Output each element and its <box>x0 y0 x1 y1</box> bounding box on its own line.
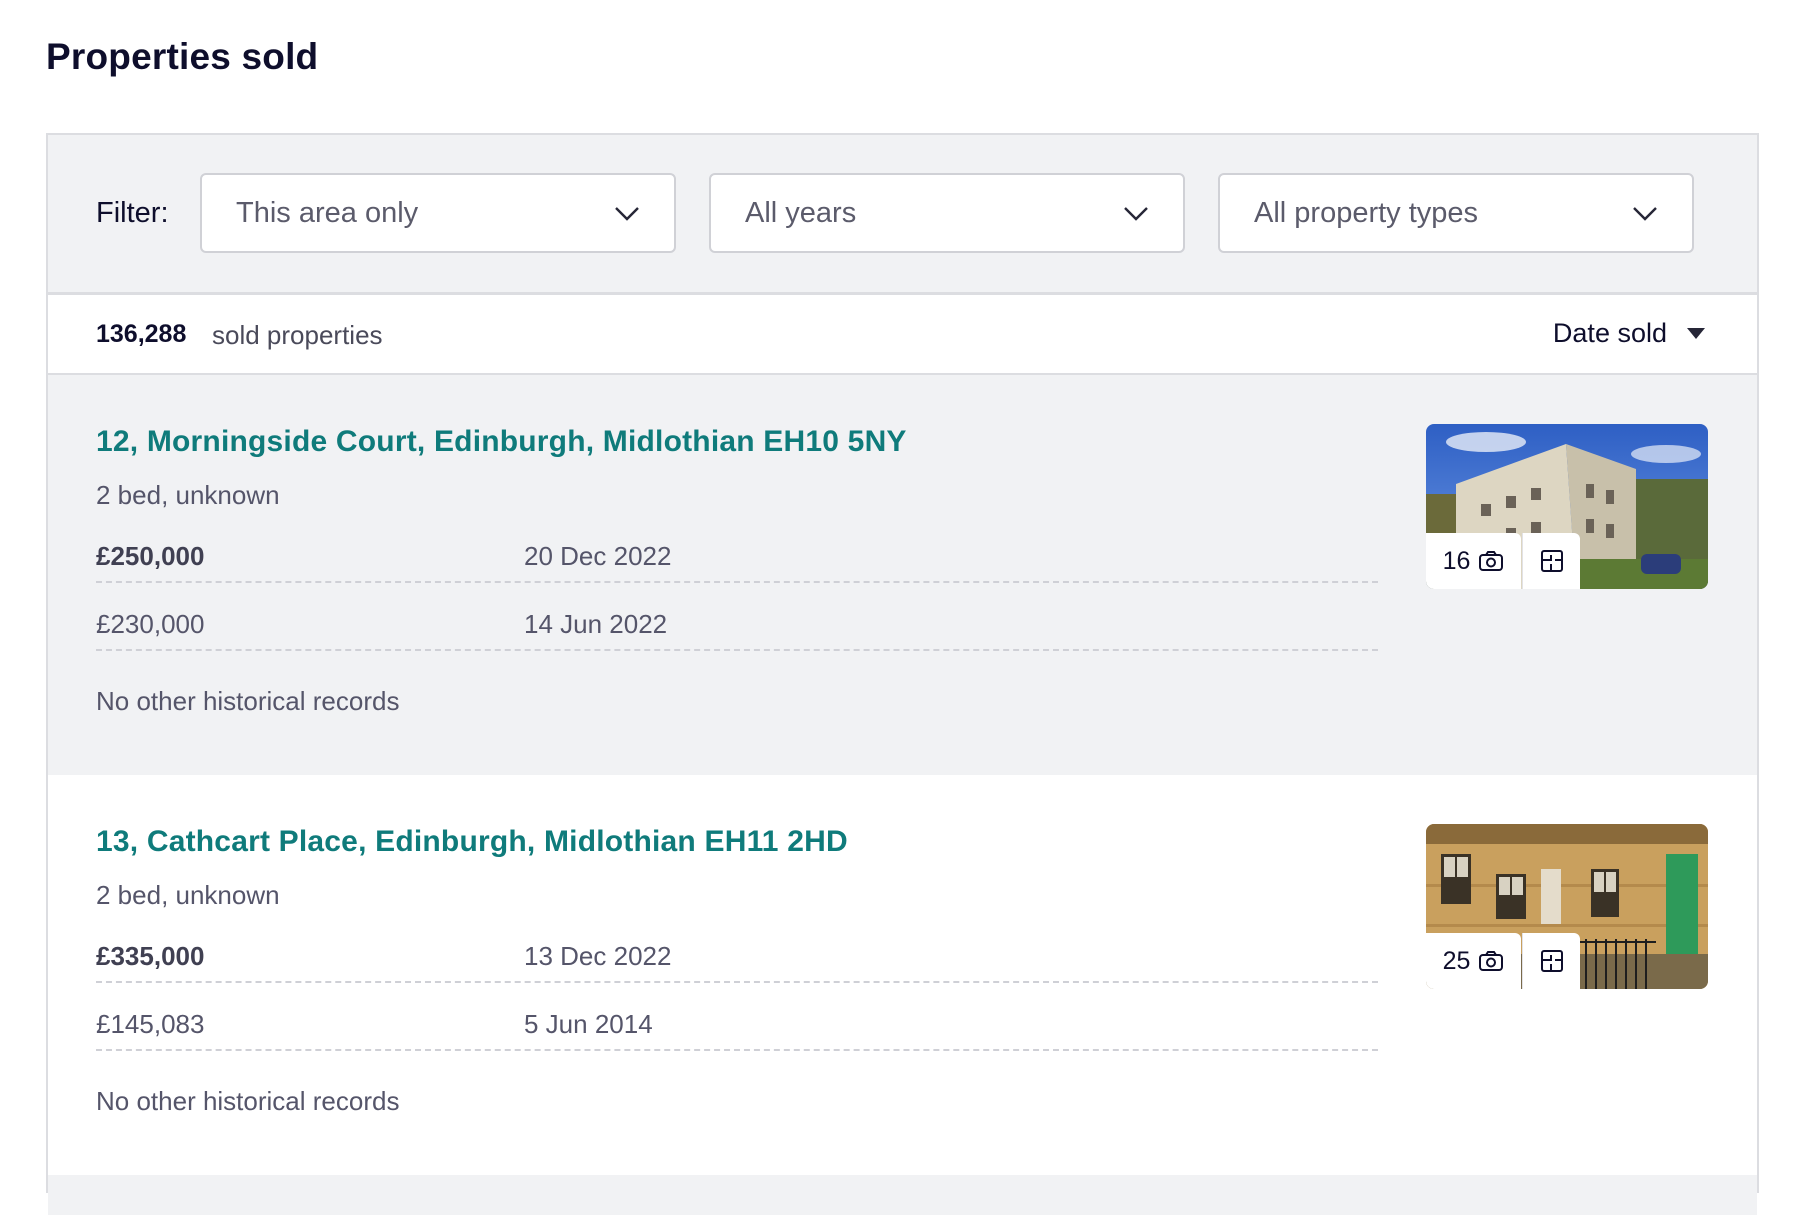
sale-record-row: £230,000 14 Jun 2022 <box>96 583 1378 651</box>
results-count-label: sold properties <box>212 320 383 350</box>
floorplan-icon <box>1540 950 1563 972</box>
chevron-down-icon <box>1633 207 1657 221</box>
listing-subtitle: 2 bed, unknown <box>96 880 280 910</box>
area-filter-dropdown[interactable]: This area only <box>200 173 676 253</box>
results-summary-bar: 136,288 sold properties Date sold <box>48 295 1757 375</box>
chevron-down-icon <box>1124 207 1148 221</box>
property-thumbnail[interactable]: 16 <box>1426 424 1708 589</box>
sort-dropdown[interactable]: Date sold <box>1553 318 1705 349</box>
photo-count-badge[interactable]: 25 <box>1426 933 1521 989</box>
listing-card-partial <box>48 1175 1757 1215</box>
listing-address-link[interactable]: 13, Cathcart Place, Edinburgh, Midlothia… <box>96 825 848 859</box>
sale-price: £145,083 <box>96 1009 205 1039</box>
filter-bar: Filter: This area only All years All pro… <box>48 135 1757 295</box>
years-filter-dropdown[interactable]: All years <box>709 173 1185 253</box>
listing-subtitle: 2 bed, unknown <box>96 480 280 510</box>
floorplan-badge[interactable] <box>1522 533 1580 589</box>
photo-count: 16 <box>1442 546 1471 575</box>
floorplan-icon <box>1540 550 1563 572</box>
sale-date: 5 Jun 2014 <box>524 1009 653 1039</box>
page-title: Properties sold <box>46 36 319 77</box>
photo-count: 25 <box>1442 946 1471 975</box>
listing-address-link[interactable]: 12, Morningside Court, Edinburgh, Midlot… <box>96 425 907 459</box>
sale-date: 13 Dec 2022 <box>524 941 672 971</box>
area-filter-value: This area only <box>236 197 419 229</box>
camera-icon <box>1479 551 1504 571</box>
camera-icon <box>1479 951 1504 971</box>
floorplan-badge[interactable] <box>1522 933 1580 989</box>
filter-label: Filter: <box>96 197 169 229</box>
caret-down-icon <box>1687 328 1705 339</box>
years-filter-value: All years <box>745 197 857 229</box>
history-note: No other historical records <box>96 686 400 716</box>
sale-date: 14 Jun 2022 <box>524 609 668 639</box>
property-thumbnail[interactable]: 25 <box>1426 824 1708 989</box>
results-count: 136,288 <box>96 320 187 348</box>
photo-count-badge[interactable]: 16 <box>1426 533 1521 589</box>
property-type-filter-dropdown[interactable]: All property types <box>1218 173 1694 253</box>
sale-record-row: £335,000 13 Dec 2022 <box>96 915 1378 983</box>
history-note: No other historical records <box>96 1086 400 1116</box>
sale-price: £335,000 <box>96 941 205 971</box>
sale-record-row: £145,083 5 Jun 2014 <box>96 983 1378 1051</box>
sold-properties-panel: Filter: This area only All years All pro… <box>46 133 1759 1215</box>
sale-price: £250,000 <box>96 541 205 571</box>
sale-date: 20 Dec 2022 <box>524 541 672 571</box>
sale-record-row: £250,000 20 Dec 2022 <box>96 515 1378 583</box>
listing-card: 12, Morningside Court, Edinburgh, Midlot… <box>48 375 1757 775</box>
chevron-down-icon <box>615 207 639 221</box>
property-type-filter-value: All property types <box>1254 197 1479 229</box>
sort-label: Date sold <box>1552 318 1667 348</box>
listing-card: 13, Cathcart Place, Edinburgh, Midlothia… <box>48 775 1757 1175</box>
sale-price: £230,000 <box>96 609 205 639</box>
